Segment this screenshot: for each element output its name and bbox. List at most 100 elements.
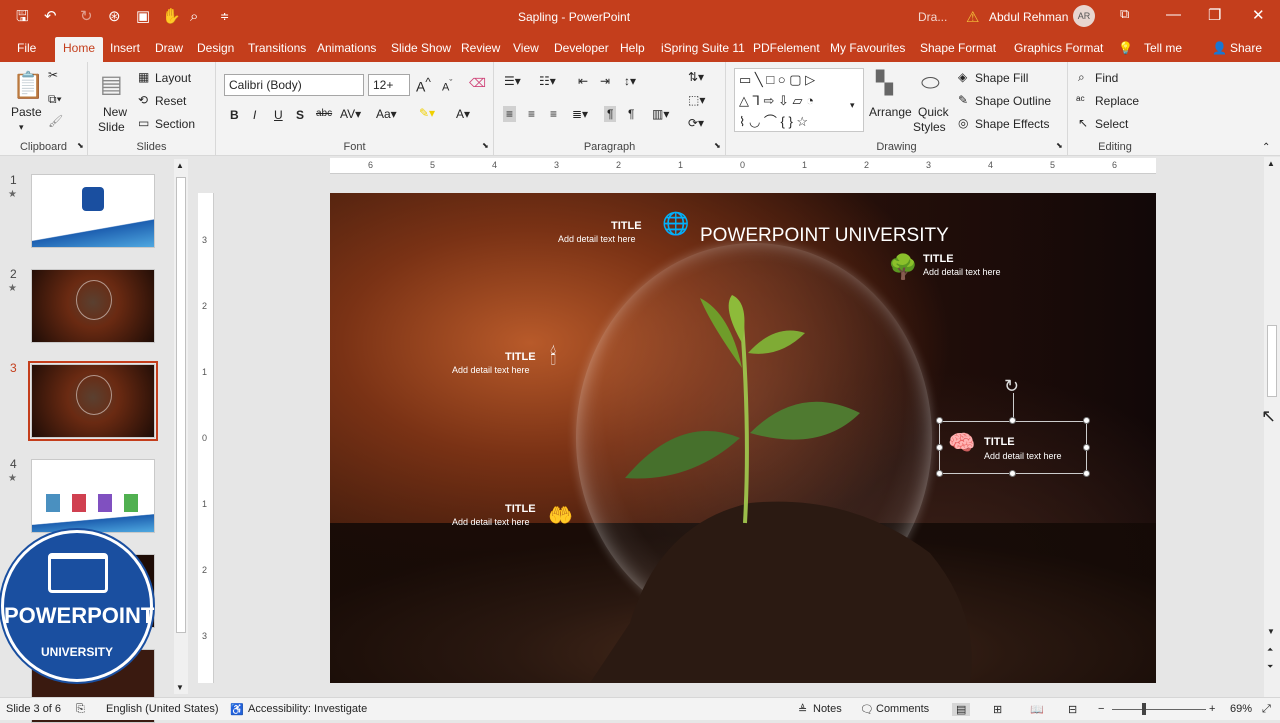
item-detail-2[interactable]: Add detail text here — [923, 267, 1001, 277]
select-icon[interactable]: ↖ — [1078, 116, 1088, 130]
rtl-icon[interactable]: ¶ — [628, 107, 634, 121]
paste-icon[interactable]: 📋 — [12, 70, 44, 101]
draw-label[interactable]: Dra... — [918, 10, 947, 24]
tab-view[interactable]: View — [513, 41, 539, 55]
shape-effects-button[interactable]: Shape Effects — [975, 117, 1050, 131]
tab-slide-show[interactable]: Slide Show — [391, 41, 451, 55]
redo-icon[interactable]: ↻ — [80, 8, 93, 26]
font-color-icon[interactable]: A▾ — [456, 107, 470, 121]
zoom-level[interactable]: 69% — [1230, 703, 1252, 715]
resize-handle[interactable] — [936, 470, 943, 477]
resize-handle[interactable] — [1009, 470, 1016, 477]
person-icon[interactable]: 🕯 — [550, 344, 556, 370]
item-title-4[interactable]: TITLE — [505, 503, 536, 515]
replace-icon[interactable]: ᵃᶜ — [1076, 93, 1085, 107]
change-case-icon[interactable]: Aa▾ — [376, 107, 397, 121]
italic-icon[interactable]: I — [253, 108, 256, 122]
quick-styles-label1[interactable]: Quick — [918, 105, 949, 119]
item-title-5[interactable]: TITLE — [984, 436, 1015, 448]
reading-view-icon[interactable]: 📖 — [1030, 703, 1044, 716]
rotate-handle-icon[interactable]: ↻ — [1004, 376, 1019, 397]
tab-my-favourites[interactable]: My Favourites — [830, 41, 905, 55]
tell-me-search[interactable]: Tell me — [1144, 41, 1182, 55]
paragraph-launcher-icon[interactable]: ⬊ — [714, 141, 721, 150]
tab-graphics-format[interactable]: Graphics Format — [1014, 41, 1103, 55]
decrease-indent-icon[interactable]: ⇤ — [578, 74, 588, 88]
shape-fill-button[interactable]: Shape Fill — [975, 71, 1028, 85]
ribbon-display-icon[interactable]: ⧉ — [1120, 6, 1129, 22]
item-title-1[interactable]: TITLE — [611, 220, 642, 232]
quick-styles-label2[interactable]: Styles — [913, 120, 946, 134]
strikethrough-icon[interactable]: abc — [316, 108, 332, 119]
clipboard-launcher-icon[interactable]: ⬊ — [77, 141, 84, 150]
share-icon[interactable]: 👤 — [1212, 41, 1227, 55]
notes-button[interactable]: Notes — [813, 703, 842, 715]
align-right-icon[interactable]: ≡ — [550, 107, 557, 121]
scroll-up-icon[interactable]: ▲ — [176, 161, 184, 170]
resize-handle[interactable] — [936, 444, 943, 451]
accessibility-status[interactable]: Accessibility: Investigate — [248, 703, 367, 715]
normal-view-icon[interactable]: ▤ — [952, 703, 971, 716]
tab-draw[interactable]: Draw — [155, 41, 183, 55]
font-size-select[interactable]: 12+ — [368, 74, 410, 96]
touch-mode-icon[interactable]: ✋ — [162, 8, 181, 26]
undo-icon[interactable]: ↶ — [44, 8, 57, 26]
tab-home[interactable]: Home — [55, 37, 104, 62]
numbering-icon[interactable]: ☷▾ — [539, 74, 556, 88]
resize-handle[interactable] — [1083, 417, 1090, 424]
zoom-out-icon[interactable]: − — [1098, 703, 1104, 715]
present-icon[interactable]: ⊛ — [108, 8, 121, 26]
slide-thumbnail-3[interactable] — [31, 364, 155, 438]
format-painter-qa-icon[interactable]: ▣ — [136, 8, 150, 26]
tab-design[interactable]: Design — [197, 41, 234, 55]
slideshow-icon[interactable]: ⊟ — [1068, 703, 1077, 716]
scroll-thumb[interactable] — [1267, 325, 1277, 397]
layout-icon[interactable]: ▦ — [138, 70, 149, 84]
user-name[interactable]: Abdul Rehman — [989, 10, 1068, 24]
tree-icon[interactable]: 🌳 — [888, 253, 918, 282]
shape-effects-icon[interactable]: ◎ — [958, 116, 968, 130]
tab-file[interactable]: File — [17, 41, 36, 55]
shapes-more-icon[interactable]: ▾ — [850, 100, 855, 111]
slide-counter[interactable]: Slide 3 of 6 — [6, 703, 61, 715]
increase-indent-icon[interactable]: ⇥ — [600, 74, 610, 88]
tab-review[interactable]: Review — [461, 41, 500, 55]
restore-button[interactable]: ❐ — [1208, 6, 1221, 24]
item-title-3[interactable]: TITLE — [505, 351, 536, 363]
item-title-2[interactable]: TITLE — [923, 253, 954, 265]
warning-icon[interactable]: ⚠ — [966, 8, 979, 26]
tab-pdfelement[interactable]: PDFelement — [753, 41, 820, 55]
increase-font-icon[interactable]: A^ — [416, 76, 431, 95]
scroll-thumb[interactable] — [176, 177, 186, 633]
customize-qa-icon[interactable]: ≑ — [220, 8, 229, 26]
shapes-gallery[interactable]: ▭ ╲ □ ○ ▢ ▷ △ ⅂ ⇨ ⇩ ▱ ◔ ⌇ ◡ ⌒ { } ☆ — [734, 68, 864, 132]
drawing-launcher-icon[interactable]: ⬊ — [1056, 141, 1063, 150]
slide-canvas[interactable]: POWERPOINT UNIVERSITY 🌐 TITLE Add detail… — [330, 193, 1156, 683]
arrange-icon[interactable]: ▚ — [876, 70, 893, 96]
zoom-in-icon[interactable]: + — [1209, 703, 1215, 715]
reset-button[interactable]: Reset — [155, 94, 186, 108]
spellcheck-icon[interactable]: ⎘ — [76, 703, 85, 716]
item-detail-1[interactable]: Add detail text here — [558, 234, 636, 244]
paste-button[interactable]: Paste — [11, 105, 42, 119]
paste-dropdown-icon[interactable]: ▾ — [19, 122, 24, 133]
comments-button[interactable]: Comments — [876, 703, 929, 715]
resize-handle[interactable] — [1083, 444, 1090, 451]
bullets-icon[interactable]: ☰▾ — [504, 74, 521, 88]
tab-ispring[interactable]: iSpring Suite 11 — [661, 41, 745, 55]
globe-icon[interactable]: 🌐 — [662, 211, 689, 237]
quick-styles-icon[interactable]: ⬭ — [921, 70, 940, 96]
resize-handle[interactable] — [1009, 417, 1016, 424]
tab-developer[interactable]: Developer — [554, 41, 609, 55]
tab-transitions[interactable]: Transitions — [248, 41, 306, 55]
item-detail-4[interactable]: Add detail text here — [452, 517, 530, 527]
item-detail-5[interactable]: Add detail text here — [984, 451, 1062, 461]
decrease-font-icon[interactable]: Aˇ — [442, 78, 452, 94]
columns-icon[interactable]: ▥▾ — [652, 107, 669, 121]
cut-icon[interactable]: ✂ — [48, 68, 58, 82]
shadow-icon[interactable]: S — [296, 108, 304, 122]
align-text-icon[interactable]: ⬚▾ — [688, 93, 705, 107]
section-button[interactable]: Section — [155, 117, 195, 131]
next-slide-icon[interactable]: ⏷ — [1267, 662, 1273, 672]
line-spacing-icon[interactable]: ↕▾ — [624, 74, 636, 88]
